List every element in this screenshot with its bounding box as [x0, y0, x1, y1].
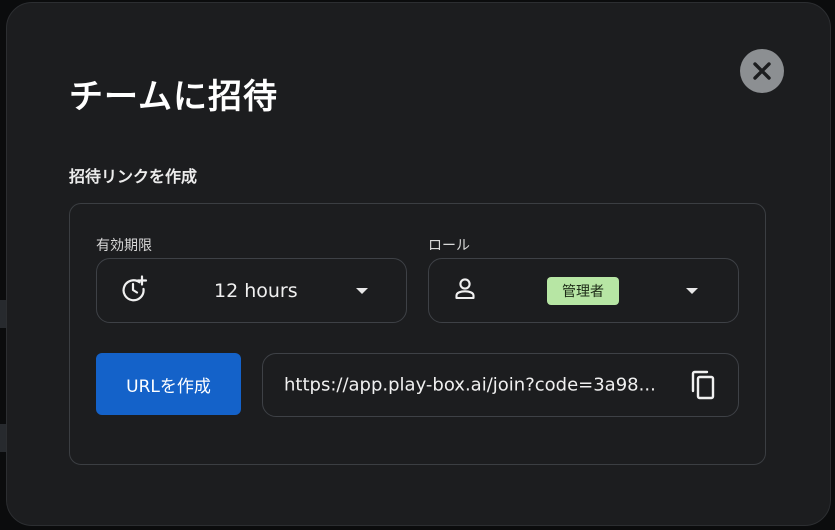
copy-button[interactable] [688, 369, 718, 401]
copy-icon [691, 370, 715, 400]
chevron-down-icon [686, 287, 698, 294]
expiry-value: 12 hours [214, 279, 298, 302]
invite-link-panel: 有効期限 ロール 12 hours 管理者 URLを作成 https://app… [69, 203, 766, 465]
expiry-label: 有効期限 [96, 238, 152, 254]
role-label: ロール [428, 238, 470, 254]
create-url-button[interactable]: URLを作成 [96, 353, 241, 415]
invite-url-text: https://app.play-box.ai/join?code=3a98..… [284, 374, 656, 396]
chevron-down-icon [356, 287, 368, 294]
clock-plus-icon [119, 274, 149, 308]
close-icon [753, 62, 771, 80]
role-badge: 管理者 [547, 276, 619, 305]
section-label: 招待リンクを作成 [69, 167, 198, 186]
modal-title: チームに招待 [69, 77, 278, 117]
invite-modal: チームに招待 招待リンクを作成 有効期限 ロール 12 hours 管理者 UR… [6, 2, 831, 526]
role-select[interactable]: 管理者 [428, 258, 739, 323]
invite-url-field[interactable]: https://app.play-box.ai/join?code=3a98..… [262, 353, 739, 417]
person-icon [453, 276, 477, 306]
close-button[interactable] [740, 49, 784, 93]
expiry-select[interactable]: 12 hours [96, 258, 407, 323]
